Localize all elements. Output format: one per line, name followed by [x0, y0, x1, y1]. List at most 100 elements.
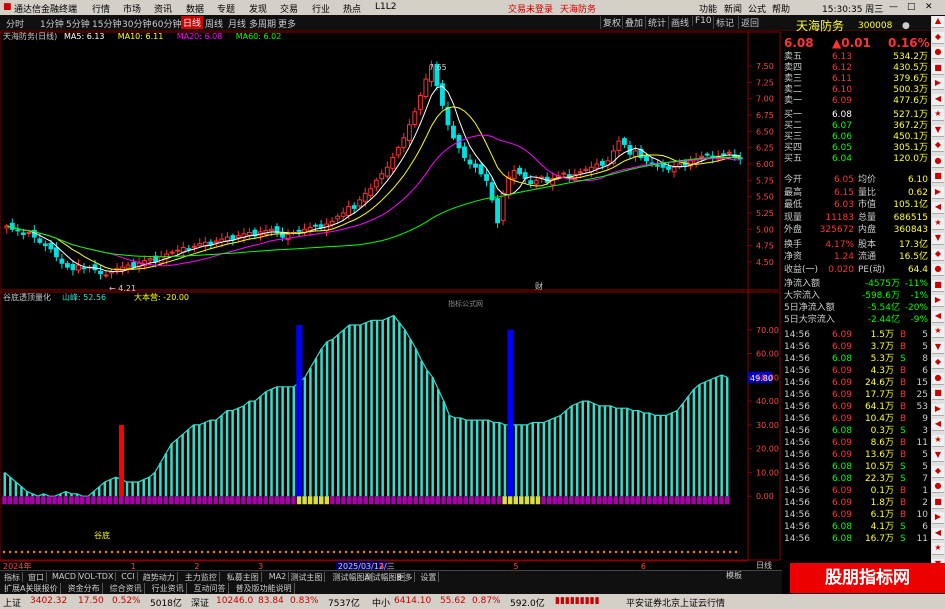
side-toolbar[interactable]: ▲◆●■▶◀★▼◆●■▶◀★▼◆●■▶◀★▼◆●■▶◀★▼◆●■▶◀★▼	[931, 16, 945, 576]
side-toolbar-icon[interactable]: ▼	[932, 233, 944, 245]
base-strip-cell	[80, 496, 85, 505]
info-tab[interactable]: 关联报价	[24, 583, 61, 594]
side-toolbar-icon[interactable]: ◆	[932, 31, 944, 44]
side-toolbar-icon[interactable]: ●	[932, 264, 944, 276]
tab-period-active[interactable]: 日线	[181, 16, 204, 29]
toolbar-button[interactable]: 标记	[713, 16, 734, 29]
indicator-tab[interactable]: MACD	[50, 572, 79, 581]
menu-item[interactable]: 发现	[249, 2, 267, 15]
side-toolbar-icon[interactable]: ▼	[932, 124, 944, 137]
maximize-icon[interactable]: □	[907, 2, 916, 12]
indicator-tab[interactable]: MA2	[267, 572, 290, 581]
tab-period[interactable]: 60分钟	[152, 17, 181, 30]
dotted-baseline-dot	[452, 550, 456, 554]
chart-area[interactable]: 4.50 4.75 5.00 5.25 5.50 5.75 6.00 6.25 6.50 6.75…	[0, 30, 782, 570]
side-toolbar-icon[interactable]: ▼	[932, 450, 944, 462]
menu-item[interactable]: 交易	[280, 2, 298, 15]
indicator-tab[interactable]: CCI	[119, 572, 138, 581]
toolbar-button[interactable]: 画线	[668, 16, 689, 29]
side-toolbar-icon[interactable]: ■	[932, 496, 944, 509]
stat-value: 0.020	[828, 264, 854, 275]
side-toolbar-icon[interactable]: ◀	[932, 527, 944, 540]
side-toolbar-icon[interactable]: ◆	[932, 357, 944, 369]
side-toolbar-icon[interactable]: ●	[932, 47, 944, 59]
menu-item[interactable]: 资讯	[154, 2, 172, 15]
toolbar-button[interactable]: 复权	[600, 16, 621, 29]
tab-period[interactable]: 分时	[6, 17, 24, 30]
side-toolbar-icon[interactable]: ■	[932, 279, 944, 292]
side-toolbar-icon[interactable]: ▲	[932, 16, 944, 28]
template-button[interactable]: 模板	[726, 570, 742, 581]
side-toolbar-icon[interactable]: ▶	[932, 78, 944, 90]
side-toolbar-icon[interactable]: ◀	[932, 310, 944, 323]
menu-item[interactable]: 专题	[217, 2, 235, 15]
menu-item[interactable]: 功能	[699, 2, 717, 15]
side-toolbar-icon[interactable]: ●	[932, 372, 944, 385]
dotted-baseline-dot	[374, 550, 378, 554]
indicator-tab[interactable]: VOL-TDX	[77, 572, 117, 581]
tab-period[interactable]: 1分钟	[40, 17, 64, 30]
dotted-baseline-dot	[272, 550, 276, 554]
minimize-icon[interactable]: —	[889, 2, 898, 12]
stat-value: 17.3亿	[898, 239, 928, 250]
info-tab[interactable]: 互动问答	[192, 583, 229, 594]
tab-period[interactable]: 周线	[205, 17, 223, 30]
side-toolbar-icon[interactable]: ▶	[932, 186, 944, 199]
side-toolbar-icon[interactable]: ●	[932, 481, 944, 493]
menu-item[interactable]: 热点	[343, 2, 361, 15]
side-toolbar-icon[interactable]: ★	[932, 217, 944, 230]
menu-item[interactable]: L1L2	[375, 2, 396, 12]
side-toolbar-icon[interactable]: ★	[932, 326, 944, 338]
info-tab[interactable]: 资金分布	[66, 583, 103, 594]
dotted-baseline-dot	[530, 550, 534, 554]
menu-item[interactable]: 公式	[748, 2, 766, 15]
toolbar-button[interactable]: 叠加	[622, 16, 643, 29]
menu-item[interactable]: 行业	[312, 2, 330, 15]
info-tab[interactable]: 普及版功能说明	[234, 583, 295, 594]
dotted-baseline-dot	[422, 550, 426, 554]
tick-side: B	[900, 510, 907, 520]
order-price: 6.13	[831, 52, 852, 62]
side-toolbar-icon[interactable]: ●	[932, 155, 944, 168]
toolbar-button[interactable]: F10	[692, 16, 712, 26]
menu-item[interactable]: 市场	[123, 2, 141, 15]
menu-item[interactable]: 新闻	[724, 2, 742, 15]
side-toolbar-icon[interactable]: ★	[932, 434, 944, 447]
base-strip-cell	[646, 496, 652, 505]
side-toolbar-icon[interactable]: ★	[932, 543, 944, 555]
side-toolbar-icon[interactable]: ◀	[932, 93, 944, 106]
tab-period[interactable]: 30分钟	[122, 17, 151, 30]
toolbar-button[interactable]: 返回	[738, 16, 759, 29]
menu-icon[interactable]: ●	[902, 18, 910, 34]
side-toolbar-icon[interactable]: ◆	[932, 140, 944, 152]
menu-item[interactable]: 数据	[186, 2, 204, 15]
tab-period[interactable]: 月线	[228, 17, 246, 30]
tab-period[interactable]: 15分钟	[92, 17, 121, 30]
side-toolbar-icon[interactable]: ■	[932, 62, 944, 75]
dotted-baseline-dot	[14, 550, 18, 554]
side-toolbar-icon[interactable]: ◀	[932, 419, 944, 431]
menu-item[interactable]: 行情	[92, 2, 110, 15]
info-tab[interactable]: 综合资讯	[108, 583, 145, 594]
side-toolbar-icon[interactable]: ▼	[932, 341, 944, 354]
trade-login-notice[interactable]: 交易未登录	[508, 2, 553, 15]
close-icon[interactable]: ✕	[925, 2, 933, 12]
side-toolbar-icon[interactable]: ◆	[932, 248, 944, 261]
side-toolbar-icon[interactable]: ▶	[932, 512, 944, 524]
toolbar-button[interactable]: 统计	[645, 16, 666, 29]
tick-price: 6.09	[831, 510, 852, 520]
tab-period[interactable]: 多周期	[249, 17, 276, 30]
side-toolbar-icon[interactable]: ★	[932, 109, 944, 121]
side-toolbar-icon[interactable]: ◆	[932, 465, 944, 478]
price-tick-label: 6.75	[756, 111, 774, 120]
side-toolbar-icon[interactable]: ■	[932, 171, 944, 183]
tab-period[interactable]: 更多	[278, 17, 296, 30]
tab-period[interactable]: 5分钟	[66, 17, 90, 30]
info-tab[interactable]: 行业资讯	[150, 583, 187, 594]
side-toolbar-icon[interactable]: ■	[932, 388, 944, 400]
side-toolbar-icon[interactable]: ◀	[932, 202, 944, 214]
side-toolbar-icon[interactable]: ▶	[932, 295, 944, 307]
stock-notice[interactable]: 天海防务	[560, 2, 596, 15]
side-toolbar-icon[interactable]: ▶	[932, 403, 944, 416]
menu-item[interactable]: 帮助	[772, 2, 790, 15]
